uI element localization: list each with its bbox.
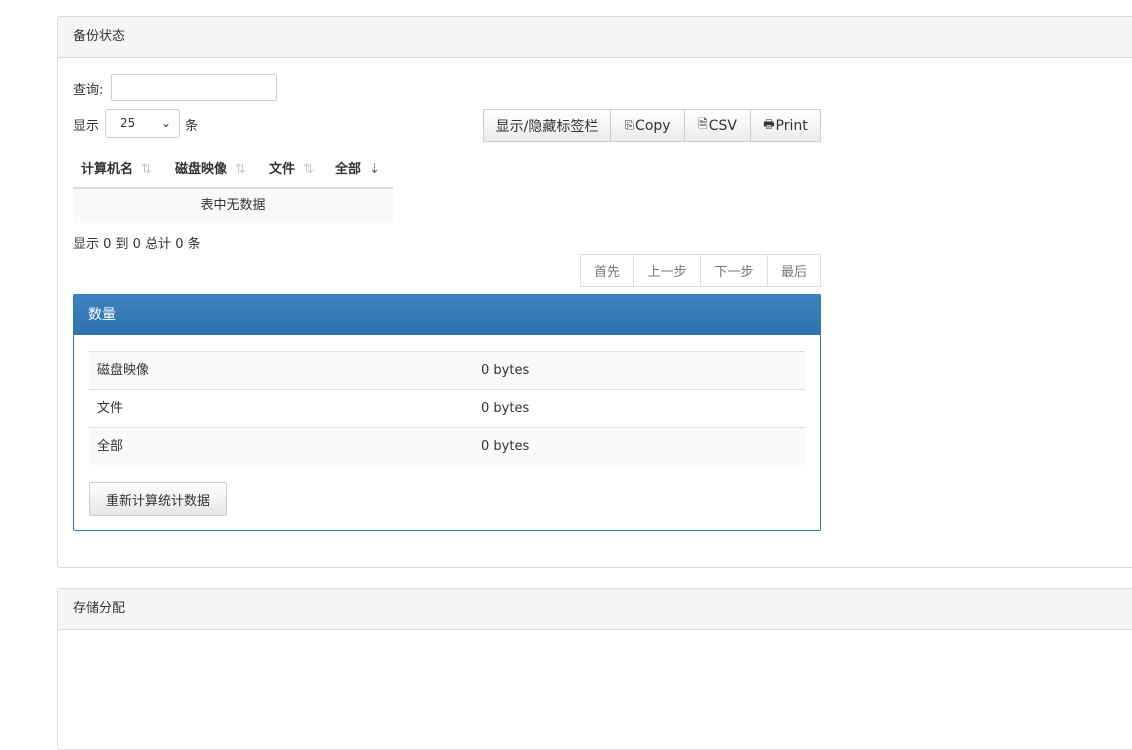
stat-value: 0 bytes: [481, 428, 529, 465]
column-header-files[interactable]: 文件⇅: [269, 155, 314, 185]
chevron-down-icon: ⌄: [161, 110, 171, 137]
search-input[interactable]: [111, 74, 277, 101]
empty-table-message: 表中无数据: [73, 189, 393, 223]
sort-desc-icon: ⇣: [369, 162, 380, 177]
print-button[interactable]: 🖶 Print: [750, 109, 821, 142]
stat-value: 0 bytes: [481, 352, 529, 389]
column-header-total[interactable]: 全部⇣: [335, 155, 380, 185]
column-header-disk-image[interactable]: 磁盘映像⇅: [175, 155, 246, 185]
copy-button[interactable]: ⎘ Copy: [610, 109, 685, 142]
quantity-panel: 数量 磁盘映像 0 bytes 文件 0 bytes 全部 0 bytes 重新…: [73, 294, 821, 531]
csv-label: CSV: [709, 118, 737, 134]
search-label: 查询:: [73, 79, 103, 98]
pagination: 首先 上一步 下一步 最后: [581, 254, 821, 287]
csv-file-icon: 🗎: [698, 115, 708, 136]
backup-status-title: 备份状态: [58, 17, 1132, 58]
table-row: 磁盘映像 0 bytes: [89, 351, 805, 389]
table-info: 显示 0 到 0 总计 0 条: [73, 233, 201, 252]
copy-icon: ⎘: [624, 118, 634, 133]
toggle-columns-button[interactable]: 显示/隐藏标签栏: [483, 109, 611, 142]
quantity-table: 磁盘映像 0 bytes 文件 0 bytes 全部 0 bytes: [89, 351, 805, 465]
toggle-columns-label: 显示/隐藏标签栏: [496, 116, 599, 136]
page-length-select[interactable]: 25 ⌄: [105, 109, 180, 138]
print-icon: 🖶: [763, 115, 774, 136]
page-last-button[interactable]: 最后: [767, 254, 821, 287]
quantity-title: 数量: [74, 295, 820, 335]
print-label: Print: [776, 118, 808, 134]
column-header-computer[interactable]: 计算机名⇅: [81, 155, 152, 185]
sort-arrows-icon: ⇅: [303, 162, 314, 177]
table-header-row: 计算机名⇅ 磁盘映像⇅ 文件⇅ 全部⇣: [73, 155, 393, 189]
page-length-label: 显示: [73, 115, 99, 134]
sort-arrows-icon: ⇅: [141, 162, 152, 177]
recalculate-stats-button[interactable]: 重新计算统计数据: [89, 482, 227, 516]
stat-label: 文件: [97, 390, 123, 427]
copy-label: Copy: [635, 118, 671, 134]
table-row: 文件 0 bytes: [89, 389, 805, 427]
stat-value: 0 bytes: [481, 390, 529, 427]
table-row: 全部 0 bytes: [89, 427, 805, 465]
page-length-value: 25: [120, 116, 135, 130]
page-prev-button[interactable]: 上一步: [633, 254, 701, 287]
page-next-button[interactable]: 下一步: [700, 254, 768, 287]
page-first-button[interactable]: 首先: [580, 254, 634, 287]
sort-arrows-icon: ⇅: [235, 162, 246, 177]
export-button-group: 显示/隐藏标签栏 ⎘ Copy 🗎 CSV 🖶 Print: [484, 109, 821, 142]
page-length-unit: 条: [185, 115, 198, 134]
stat-label: 全部: [97, 428, 123, 465]
stat-label: 磁盘映像: [97, 352, 149, 389]
backup-status-panel: 备份状态 查询: 显示 25 ⌄ 条 显示/隐藏标签栏 ⎘ Copy 🗎 CSV…: [57, 16, 1132, 568]
storage-allocation-panel: 存储分配: [57, 588, 1132, 750]
csv-button[interactable]: 🗎 CSV: [684, 109, 751, 142]
storage-allocation-title: 存储分配: [58, 589, 1132, 630]
